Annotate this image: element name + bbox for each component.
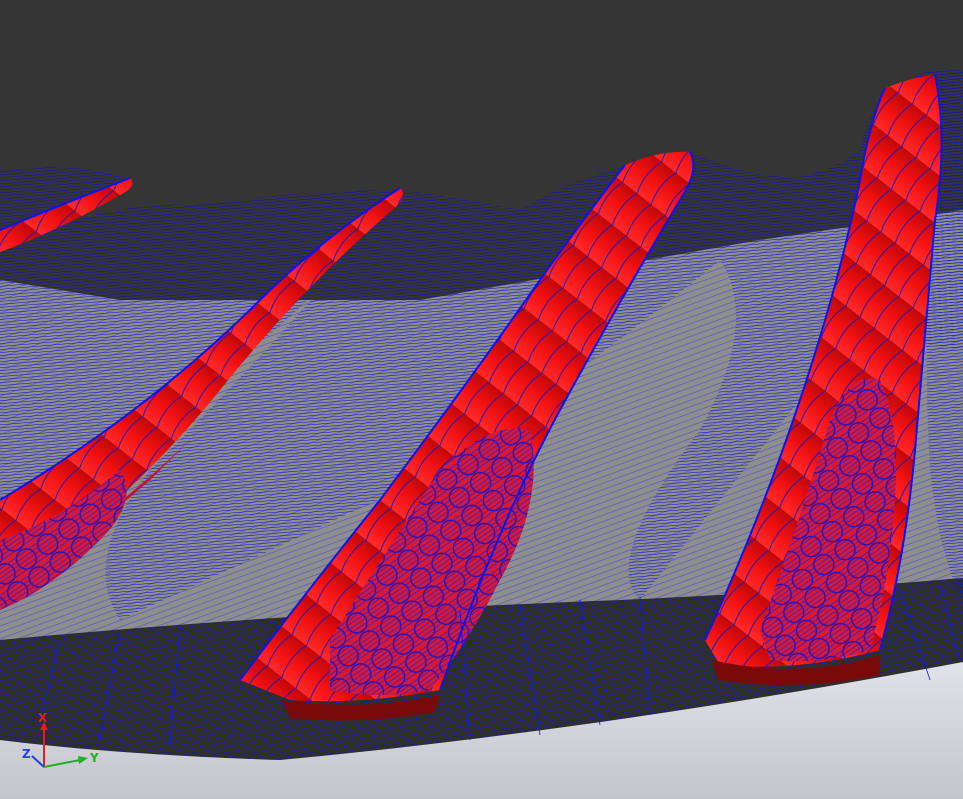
y-axis-arrow-icon: [78, 756, 88, 764]
y-axis-label: Y: [89, 751, 99, 765]
axis-triad: X Y Z: [22, 712, 99, 768]
3d-viewport[interactable]: X Y Z: [0, 0, 963, 799]
x-axis-label: X: [38, 712, 48, 725]
y-axis-line: [43, 759, 81, 768]
z-axis-label: Z: [22, 747, 31, 761]
z-axis-line: [31, 755, 45, 768]
machining-simulation-scene: [0, 0, 963, 799]
